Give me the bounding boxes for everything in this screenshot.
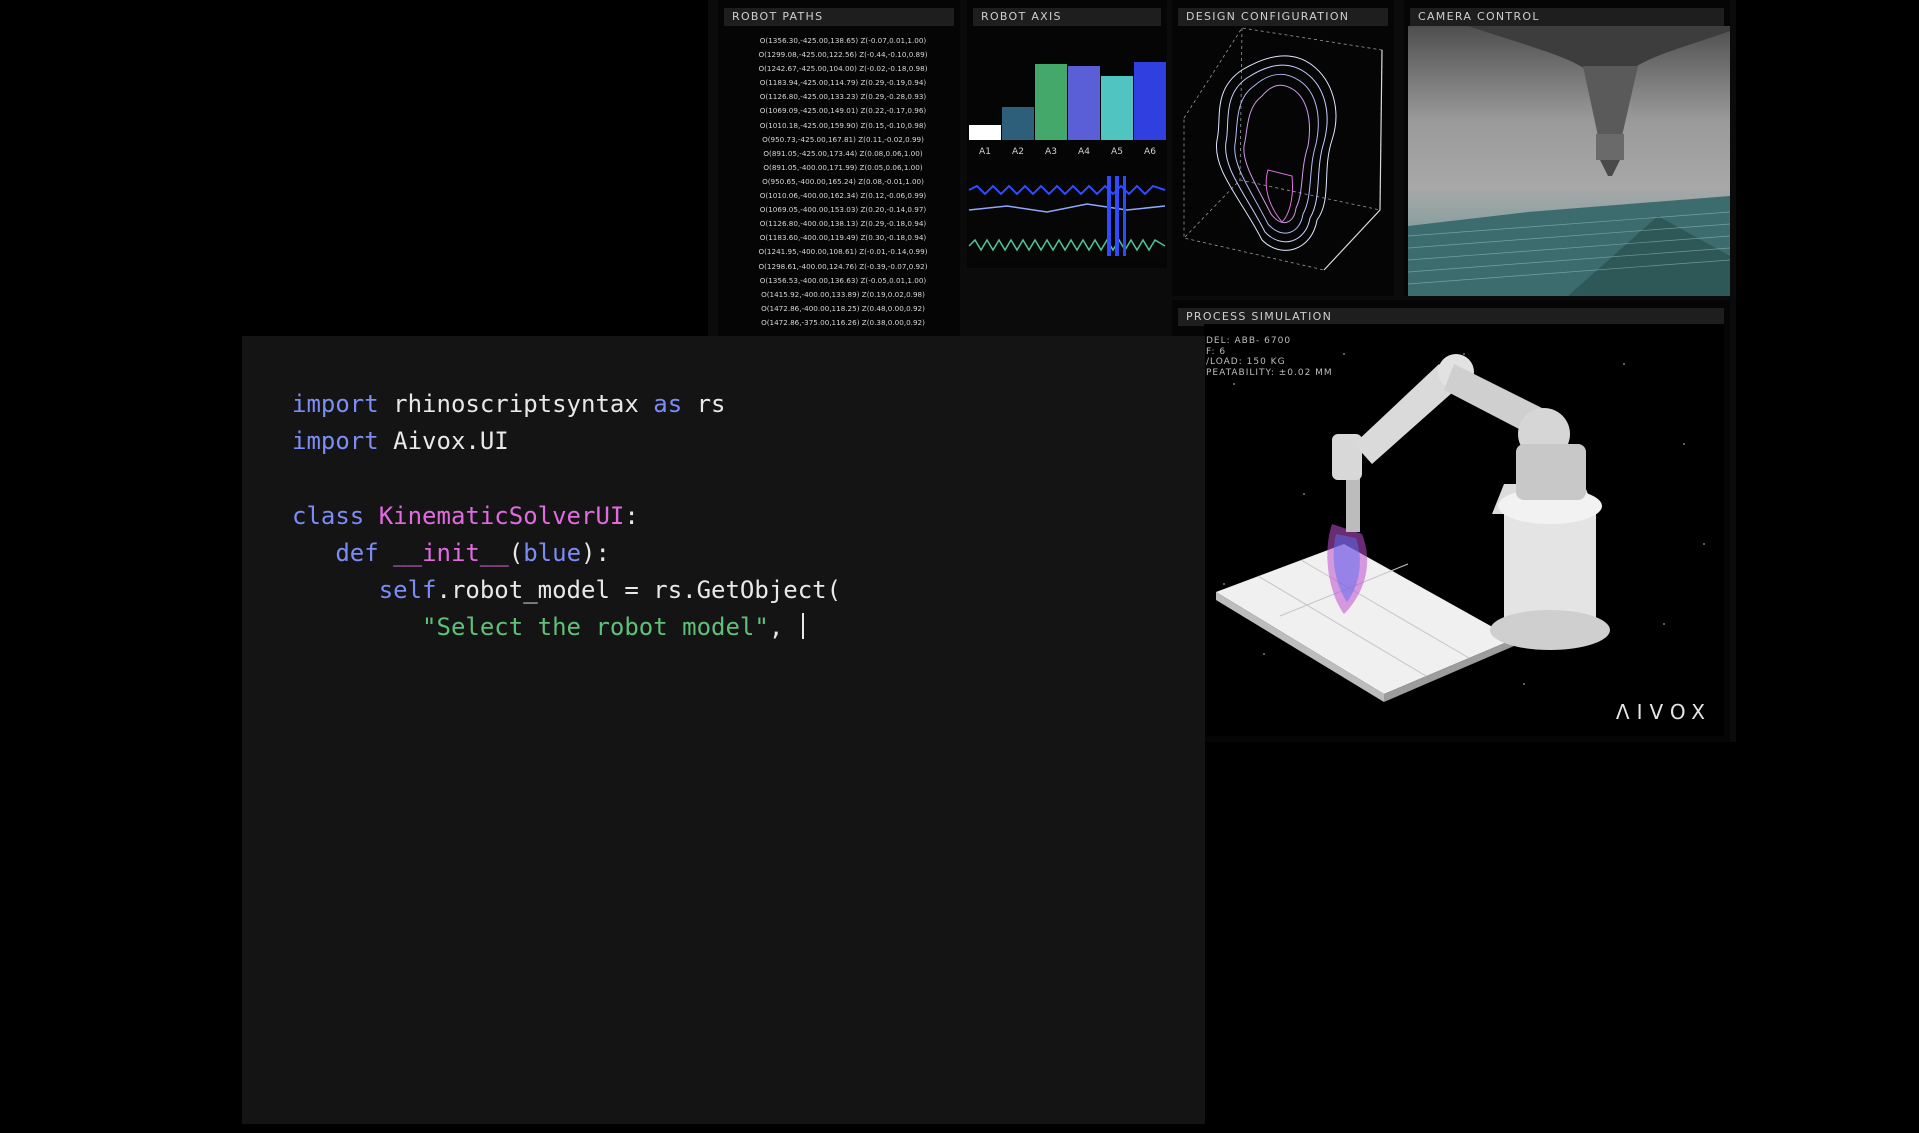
axis-bar-a2 bbox=[1002, 107, 1034, 140]
simulation-specs: DEL: ABB- 6700 F: 6 /LOAD: 150 KG PEATAB… bbox=[1206, 336, 1333, 378]
axis-label-a6: A6 bbox=[1144, 147, 1156, 157]
camera-control-title: CAMERA CONTROL bbox=[1410, 8, 1724, 26]
paren-close: ): bbox=[581, 538, 610, 567]
string-literal: "Select the robot model" bbox=[422, 613, 769, 642]
axis-bar-a4 bbox=[1068, 66, 1100, 140]
code-line-1: import rhinoscriptsyntax as rs bbox=[292, 390, 726, 418]
code-line-7: "Select the robot model", bbox=[292, 613, 804, 641]
axis-bar-a3 bbox=[1035, 64, 1067, 140]
robot-path-row: O(1069.05,-400.00,153.03) Z(0.20,-0.14,0… bbox=[759, 205, 927, 215]
parameter: blue bbox=[523, 538, 582, 567]
spec-repeatability: PEATABILITY: ±0.02 MM bbox=[1206, 367, 1333, 378]
code-line-5: def __init__(blue): bbox=[292, 539, 610, 567]
robot-path-row: O(1298.61,-400.00,124.76) Z(-0.39,-0.07,… bbox=[758, 261, 928, 271]
function-name: __init__ bbox=[393, 538, 509, 567]
keyword-as: as bbox=[653, 390, 683, 418]
robot-path-row: O(950.65,-400.00,165.24) Z(0.08,-0.01,1.… bbox=[762, 176, 924, 186]
spec-model: DEL: ABB- 6700 bbox=[1206, 336, 1292, 346]
colon: : bbox=[624, 501, 639, 530]
code-text[interactable]: import rhinoscriptsyntax as rs import Ai… bbox=[292, 386, 841, 646]
robot-path-row: O(1472.86,-400.00,118.25) Z(0.48,0.00,0.… bbox=[761, 303, 925, 313]
robot-path-row: O(1356.30,-425.00,138.65) Z(-0.07,0.01,1… bbox=[759, 36, 927, 45]
simulation-scene bbox=[1216, 353, 1705, 702]
robot-path-row: O(1010.06,-400.00,162.34) Z(0.12,-0.06,0… bbox=[759, 191, 927, 201]
axis-label-a2: A2 bbox=[1012, 147, 1024, 157]
axis-bar-a6 bbox=[1134, 62, 1166, 140]
axis-label-a3: A3 bbox=[1045, 147, 1057, 157]
robot-path-row: O(891.05,-400.00,171.99) Z(0.05,0.06,1.0… bbox=[763, 162, 923, 172]
keyword-self: self bbox=[378, 576, 437, 605]
axis-label-a5: A5 bbox=[1111, 147, 1123, 157]
text-cursor bbox=[801, 613, 804, 640]
camera-control-panel: CAMERA CONTROL bbox=[1404, 0, 1730, 296]
robot-path-row: O(1241.95,-400.00,108.61) Z(-0.01,-0.14,… bbox=[758, 247, 928, 257]
paren-open: ( bbox=[508, 538, 524, 567]
robot-path-row: O(1472.86,-375.00,116.26) Z(0.38,0.00,0.… bbox=[761, 317, 925, 327]
code-editor[interactable]: import rhinoscriptsyntax as rs import Ai… bbox=[242, 336, 1205, 1124]
keyword-import: import bbox=[292, 427, 379, 456]
assignment: .robot_model = rs.GetObject( bbox=[436, 576, 842, 605]
keyword-def: def bbox=[335, 538, 379, 567]
robot-path-row: O(1183.94,-425.00,114.79) Z(0.29,-0.19,0… bbox=[759, 78, 927, 88]
robot-path-row: O(1242.67,-425.00,104.00) Z(-0.02,-0.18,… bbox=[758, 64, 928, 74]
robot-path-row: O(1183.60,-400.00,119.49) Z(0.30,-0.18,0… bbox=[759, 233, 927, 243]
keyword-class: class bbox=[292, 501, 365, 530]
spec-payload: /LOAD: 150 KG bbox=[1206, 357, 1286, 367]
robot-path-row: O(950.73,-425.00,167.81) Z(0.11,-0.02,0.… bbox=[762, 134, 924, 144]
process-simulation-panel: PROCESS SIMULATION DEL: ABB- 6700 F: 6 /… bbox=[1172, 300, 1730, 742]
simulation-viewport bbox=[1204, 324, 1724, 736]
robot-path-row: O(1299.08,-425.00,122.56) Z(-0.44,-0.10,… bbox=[758, 50, 928, 60]
robot-path-row: O(1126.80,-425.00,133.23) Z(0.29,-0.28,0… bbox=[759, 92, 927, 102]
robot-path-row: O(1010.18,-425.00,159.90) Z(0.15,-0.10,0… bbox=[759, 120, 927, 130]
code-line-4: class KinematicSolverUI: bbox=[292, 502, 639, 530]
axis-bar-a1 bbox=[969, 125, 1001, 140]
comma: , bbox=[768, 613, 798, 642]
robot-path-row: O(1126.80,-400.00,138.13) Z(0.29,-0.18,0… bbox=[759, 219, 927, 229]
robot-axis-graphic: A1 A2 A3 A4 A5 A6 bbox=[968, 62, 1166, 262]
module-name: Aivox.UI bbox=[378, 427, 509, 456]
camera-feed bbox=[1408, 26, 1730, 296]
code-line-2: import Aivox.UI bbox=[292, 427, 509, 455]
code-line-6: self.robot_model = rs.GetObject( bbox=[292, 576, 841, 604]
robot-paths-panel: ROBOT PATHS O(1356.30,-425.00,138.65) Z(… bbox=[718, 0, 960, 336]
design-wireframe bbox=[1183, 27, 1383, 271]
robot-paths-title: ROBOT PATHS bbox=[724, 8, 954, 26]
axis-waveforms bbox=[968, 176, 1166, 262]
keyword-import: import bbox=[292, 390, 379, 418]
axis-labels: A1 A2 A3 A4 A5 A6 bbox=[979, 147, 1156, 157]
module-name: rhinoscriptsyntax bbox=[378, 390, 654, 418]
axis-bar-a5 bbox=[1101, 76, 1133, 140]
robot-path-row: O(1356.53,-400.00,136.63) Z(-0.05,0.01,1… bbox=[759, 275, 927, 285]
robot-axis-panel: ROBOT AXIS A1 A2 A3 A4 A5 A6 bbox=[967, 0, 1167, 268]
robot-paths-list: O(1356.30,-425.00,138.65) Z(-0.07,0.01,1… bbox=[738, 34, 948, 330]
spec-dof: F: 6 bbox=[1206, 346, 1227, 357]
camera-feed-graphic bbox=[1408, 26, 1730, 296]
class-name: KinematicSolverUI bbox=[378, 501, 625, 530]
robot-path-row: O(1069.09,-425.00,149.01) Z(0.22,-0.17,0… bbox=[759, 106, 927, 116]
axis-bars bbox=[969, 62, 1166, 140]
aivox-logo: ΛIVOX bbox=[1615, 700, 1712, 724]
robot-path-row: O(1415.92,-400.00,133.89) Z(0.19,0.02,0.… bbox=[761, 289, 925, 299]
axis-label-a4: A4 bbox=[1078, 147, 1090, 157]
design-configuration-panel: DESIGN CONFIGURATION bbox=[1172, 0, 1394, 296]
module-alias: rs bbox=[682, 390, 726, 418]
robot-path-row: O(891.05,-425.00,173.44) Z(0.08,0.06,1.0… bbox=[763, 148, 923, 158]
axis-label-a1: A1 bbox=[979, 147, 991, 157]
